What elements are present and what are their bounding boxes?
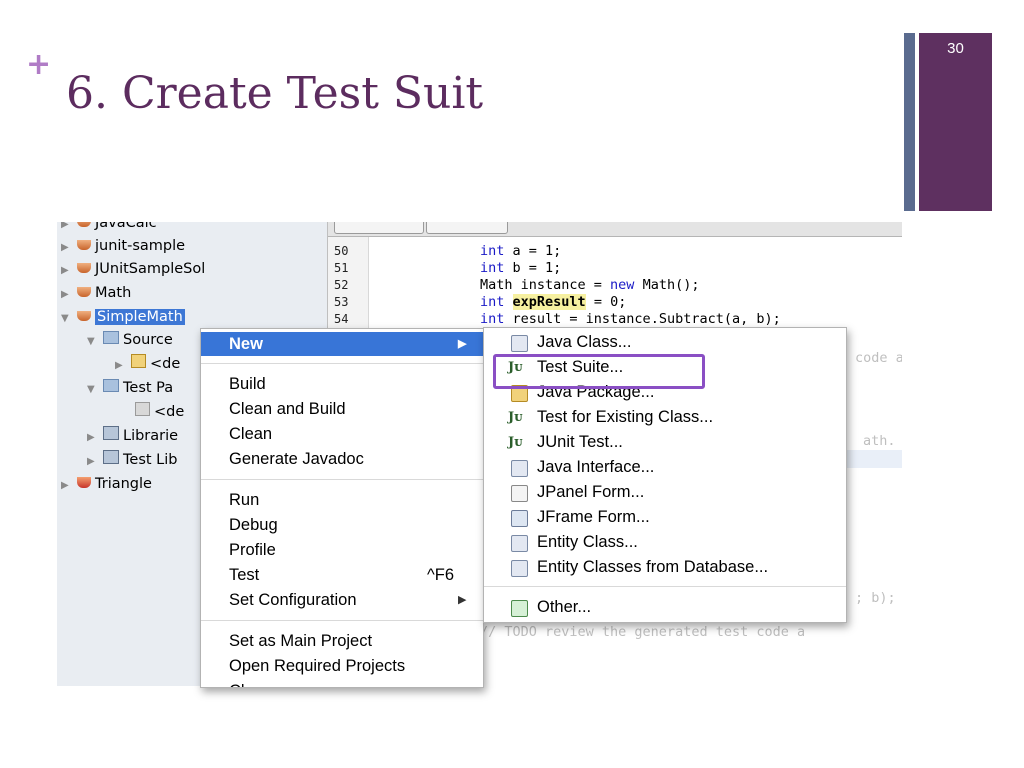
collapse-arrow-icon[interactable]: ▼ [87,332,99,352]
expand-arrow-icon[interactable]: ▶ [61,285,73,305]
junit-icon: Jᴜ [508,410,523,425]
project-icon [77,222,91,227]
tree-item-junit-sample[interactable]: ▶ junit-sample [61,236,185,256]
menu-item-clean-and-build[interactable]: Clean and Build [201,397,483,421]
menu-item-clean[interactable]: Clean [201,422,483,446]
library-icon [103,426,119,440]
code-line-52: Math instance = new Math(); [480,277,700,293]
submenu-arrow-icon: ▶ [458,594,467,606]
submenu-item-java-class[interactable]: Java Class... [484,330,846,355]
tree-item-default-package[interactable]: ▶ <de [115,354,180,374]
code-line-50: int a = 1; [480,243,562,259]
line-number: 52 [334,278,349,292]
library-icon [103,450,119,464]
toolbar-combo[interactable] [334,222,424,234]
menu-item-set-as-main-project[interactable]: Set as Main Project [201,629,483,653]
code-line-53: int expResult = 0; [480,294,627,310]
line-number: 53 [334,295,349,309]
decorative-bar-thin [904,33,915,211]
editor-toolbar [328,222,902,237]
menu-item-generate-javadoc[interactable]: Generate Javadoc [201,447,483,471]
menu-separator [201,363,483,364]
submenu-item-jpanel-form[interactable]: JPanel Form... [484,480,846,505]
expand-arrow-icon[interactable]: ▶ [61,222,73,235]
submenu-item-entity-class[interactable]: Entity Class... [484,530,846,555]
project-icon [77,263,91,273]
tree-item-junitsamplesol[interactable]: ▶ JUnitSampleSol [61,259,205,279]
expand-arrow-icon[interactable]: ▶ [61,238,73,258]
junit-icon: Jᴜ [508,435,523,450]
menu-item-new[interactable]: New ▶ [201,332,483,356]
menu-item-test[interactable]: Test ^F6 [201,563,483,587]
entity-icon [511,535,528,552]
line-number: 51 [334,261,349,275]
folder-icon [103,379,119,392]
faded-code-fragment: // TODO review the generated test code a [480,624,806,640]
code-line-51: int b = 1; [480,260,562,276]
menu-item-debug[interactable]: Debug [201,513,483,537]
project-icon [77,240,91,250]
project-icon [77,287,91,297]
folder-icon [103,331,119,344]
menu-separator [201,479,483,480]
menu-item-open-required-projects[interactable]: Open Required Projects [201,654,483,678]
line-number: 50 [334,244,349,258]
jframe-icon [511,510,528,527]
line-number: 54 [334,312,349,326]
plus-bullet: + [26,47,52,82]
submenu-arrow-icon: ▶ [458,338,467,350]
slide-number: 30 [947,40,964,57]
submenu-item-junit-test[interactable]: Jᴜ JUnit Test... [484,430,846,455]
submenu-item-entity-classes-from-database[interactable]: Entity Classes from Database... [484,555,846,580]
faded-code-fragment: ath. [863,433,896,449]
decorative-bar-thick [919,33,992,211]
expand-arrow-icon[interactable]: ▶ [61,476,73,496]
faded-code-fragment: code a [855,350,902,366]
entity-icon [511,560,528,577]
menu-separator [201,620,483,621]
menu-separator [484,586,846,587]
expand-arrow-icon[interactable]: ▶ [61,261,73,281]
package-icon [135,402,150,416]
tree-item-libraries[interactable]: ▶ Librarie [87,426,178,446]
tree-item-simplemath[interactable]: ▼ SimpleMath [61,307,185,327]
tree-item-test-default-package[interactable]: <de [135,402,184,422]
menu-item-close[interactable]: Cl [201,679,483,687]
code-line-54: int result = instance.Subtract(a, b); [480,311,781,327]
menu-item-profile[interactable]: Profile [201,538,483,562]
slide-title: 6. Create Test Suit [66,68,484,119]
menu-item-build[interactable]: Build [201,372,483,396]
collapse-arrow-icon[interactable]: ▼ [61,309,73,329]
project-context-menu: New ▶ Build Clean and Build Clean Generat… [200,328,484,688]
toolbar-combo[interactable] [426,222,508,234]
expand-arrow-icon[interactable]: ▶ [87,452,99,472]
java-class-icon [511,335,528,352]
tree-item-triangle[interactable]: ▶ Triangle [61,474,152,494]
jpanel-icon [511,485,528,502]
menu-item-set-configuration[interactable]: Set Configuration ▶ [201,588,483,612]
tree-item-test-packages[interactable]: ▼ Test Pa [87,378,173,398]
package-icon [131,354,146,368]
submenu-item-other[interactable]: Other... [484,595,846,620]
tree-item-source[interactable]: ▼ Source [87,330,173,350]
collapse-arrow-icon[interactable]: ▼ [87,380,99,400]
expand-arrow-icon[interactable]: ▶ [115,356,127,376]
menu-item-run[interactable]: Run [201,488,483,512]
submenu-item-java-interface[interactable]: Java Interface... [484,455,846,480]
tree-item-javacalc[interactable]: ▶ JavaCalc [61,222,157,233]
expand-arrow-icon[interactable]: ▶ [87,428,99,448]
other-icon [511,600,528,617]
submenu-item-test-for-existing-class[interactable]: Jᴜ Test for Existing Class... [484,405,846,430]
java-interface-icon [511,460,528,477]
tree-item-math[interactable]: ▶ Math [61,283,131,303]
project-icon [77,311,91,321]
submenu-item-jframe-form[interactable]: JFrame Form... [484,505,846,530]
shortcut-label: ^F6 [427,566,454,584]
faded-code-fragment: ; b); [855,590,896,606]
project-error-icon [77,477,91,488]
tree-item-test-libraries[interactable]: ▶ Test Lib [87,450,177,470]
annotation-highlight-box [493,354,705,389]
